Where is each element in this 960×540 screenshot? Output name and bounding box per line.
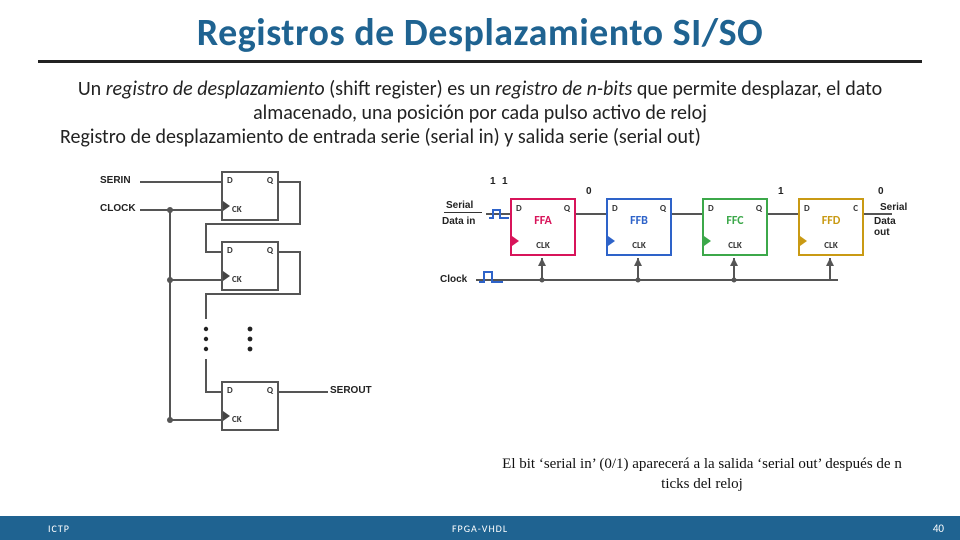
pin-c: C: [853, 203, 858, 214]
ff-ffa: D Q FFA CLK: [510, 198, 576, 256]
pin-ck: CK: [232, 274, 242, 285]
caption-note: El bit ‘serial in’ (0/1) aparecerá a la …: [502, 455, 902, 494]
pin-q: Q: [564, 203, 570, 214]
slide-footer: ICTP FPGA-VHDL 40: [0, 516, 960, 540]
para-pre: Un: [78, 77, 106, 101]
clk-label: CLK: [512, 240, 574, 251]
ff-box-2: D Q CK: [221, 241, 279, 291]
ff-name: FFD: [800, 214, 862, 228]
pin-d: D: [612, 203, 618, 214]
ff-ffb: D Q FFB CLK: [606, 198, 672, 256]
label-clock-right: Clock: [440, 274, 467, 285]
para-mid1: (shift register) es un: [325, 77, 495, 101]
label-serial-out-2: Data out: [874, 216, 910, 238]
clk-edge-icon: [223, 201, 230, 211]
pin-d: D: [708, 203, 714, 214]
title-underline: [38, 60, 922, 63]
clock-pulse-icon: [478, 270, 502, 282]
ff-name: FFC: [704, 214, 766, 228]
label-serial-out-1: Serial: [880, 202, 907, 213]
clk-edge-icon: [223, 271, 230, 281]
bit-out: 0: [878, 186, 884, 197]
pin-d: D: [227, 175, 233, 186]
label-datain: Data in: [442, 216, 475, 227]
para-ital2: registro de n-bits: [495, 77, 632, 101]
ff-name: FFA: [512, 214, 574, 228]
pin-q: Q: [660, 203, 666, 214]
clk-edge-icon: [223, 411, 230, 421]
diagram-left: D Q CK D Q CK D Q CK SERIN CLOCK SEROUT: [100, 164, 360, 454]
pin-q: Q: [756, 203, 762, 214]
label-clock: CLOCK: [100, 203, 136, 214]
pin-d: D: [516, 203, 522, 214]
ff-ffc: D Q FFC CLK: [702, 198, 768, 256]
footer-center: FPGA-VHDL: [0, 522, 960, 535]
label-serout: SEROUT: [330, 385, 372, 396]
pin-q: Q: [267, 385, 273, 396]
pin-q: Q: [267, 245, 273, 256]
ff-box-1: D Q CK: [221, 171, 279, 221]
pin-d: D: [804, 203, 810, 214]
diagram-right: 1 1 0 1 0 Serial Data in Serial Data out…: [440, 172, 910, 327]
bit-q-a: 0: [586, 186, 592, 197]
label-serial: Serial: [446, 200, 473, 211]
serial-underline: [444, 212, 482, 213]
pin-ck: CK: [232, 414, 242, 425]
footer-left: ICTP: [48, 522, 70, 535]
slide-title: Registros de Desplazamiento SI/SO: [0, 0, 960, 56]
pin-q: Q: [267, 175, 273, 186]
bit-in-1: 1: [490, 176, 496, 187]
ff-ffd: D C FFD CLK: [798, 198, 864, 256]
bit-in-2: 1: [502, 176, 508, 187]
clk-label: CLK: [800, 240, 862, 251]
label-serin: SERIN: [100, 175, 131, 186]
para-ital1: registro de desplazamiento: [106, 77, 325, 101]
data-pulse-icon: [488, 208, 512, 220]
pin-ck: CK: [232, 204, 242, 215]
diagrams-area: D Q CK D Q CK D Q CK SERIN CLOCK SEROUT: [0, 158, 960, 448]
clk-label: CLK: [608, 240, 670, 251]
pin-d: D: [227, 385, 233, 396]
ff-name: FFB: [608, 214, 670, 228]
intro-paragraph: Un registro de desplazamiento (shift reg…: [40, 77, 920, 125]
ff-box-n: D Q CK: [221, 381, 279, 431]
clk-label: CLK: [704, 240, 766, 251]
bit-q-c: 1: [778, 186, 784, 197]
footer-page: 40: [933, 522, 944, 535]
sub-line: Registro de desplazamiento de entrada se…: [40, 125, 920, 150]
pin-d: D: [227, 245, 233, 256]
